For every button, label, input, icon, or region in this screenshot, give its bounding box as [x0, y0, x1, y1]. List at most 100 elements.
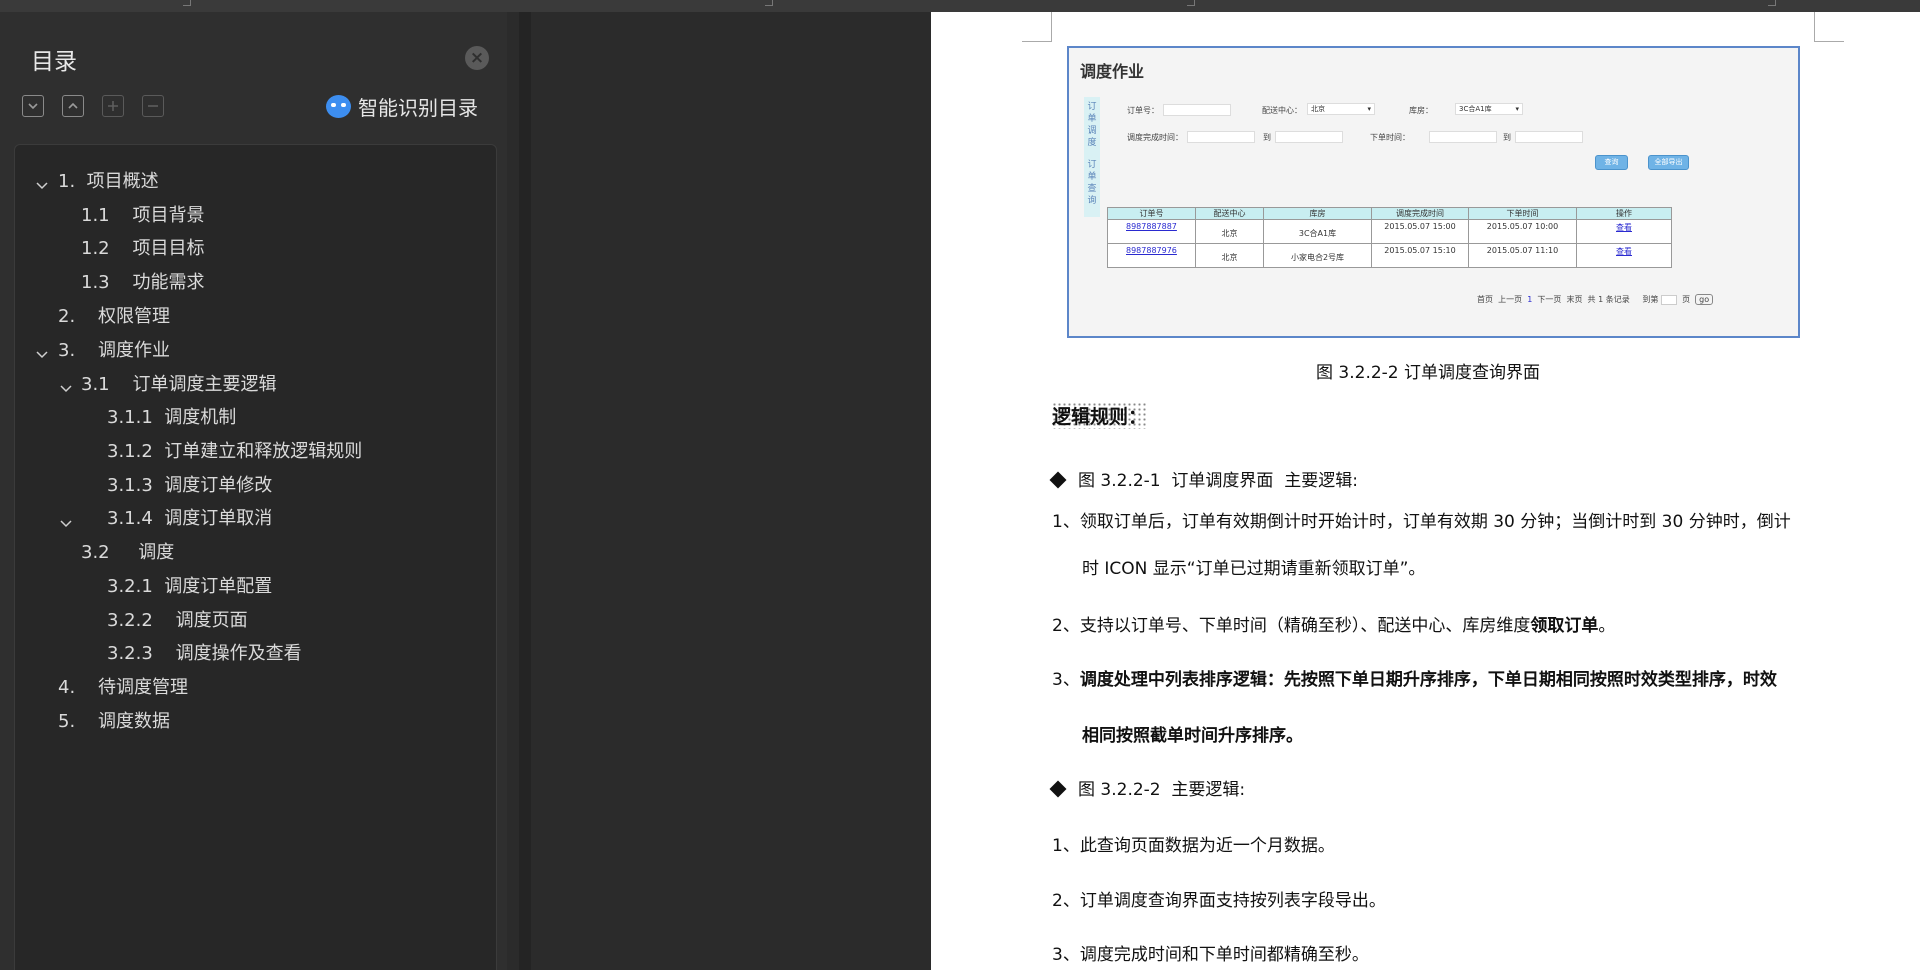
table-header: 操作 [1576, 207, 1672, 220]
figure-select: 3C合A1库 ▾ [1455, 103, 1523, 115]
figure-select: 北京 ▾ [1307, 103, 1375, 115]
paragraph-text: 2、支持以订单号、下单时间（精确至秒）、配送中心、库房维度 [1052, 616, 1531, 636]
canvas-gutter [507, 12, 931, 970]
paragraph-bold: 调度处理中列表排序逻辑：先按照下单日期升序排序，下单日期相同按照时效类型排序，时… [1079, 670, 1777, 690]
table-cell: 北京 [1195, 243, 1264, 268]
toc-item[interactable]: 1.2 项目目标 [81, 237, 205, 261]
collapse-all-icon[interactable] [62, 95, 84, 117]
section-heading: 逻辑规则： [1052, 402, 1148, 429]
pager-prev: 首页 上一页 [1477, 295, 1523, 304]
toc-item[interactable]: 5. 调度数据 [58, 710, 170, 734]
table-cell: 2015.05.07 11:10 [1468, 243, 1577, 268]
paragraph-text: 3、 [1052, 670, 1080, 690]
table-cell: 2015.05.07 15:10 [1371, 243, 1469, 268]
figure-label: 下单时间： [1370, 133, 1410, 142]
table-header: 调度完成时间 [1371, 207, 1469, 220]
pager-next: 下一页 末页 共 1 条记录 到第 [1537, 295, 1659, 304]
toc-item[interactable]: 3.1.3 调度订单修改 [107, 474, 272, 498]
paragraph: 3、调度完成时间和下单时间都精确至秒。 [1052, 945, 1369, 965]
table-header: 下单时间 [1468, 207, 1577, 220]
table-cell: 2015.05.07 15:00 [1371, 219, 1469, 244]
chevron-down-icon[interactable] [59, 517, 73, 531]
figure-input [1429, 131, 1497, 143]
paragraph-bold: 领取订单 [1530, 616, 1599, 636]
toc-item[interactable]: 2. 权限管理 [58, 305, 170, 329]
pager-current: 1 [1527, 295, 1533, 304]
sidebar-title: 目录 [31, 49, 77, 75]
toc-item[interactable]: 3.2.2 调度页面 [107, 609, 248, 633]
paragraph: 1、领取订单后，订单有效期倒计时开始计时，订单有效期 30 分钟；当倒计时到 3… [1052, 512, 1791, 532]
toc-item[interactable]: 1.3 功能需求 [81, 271, 205, 295]
figure-export-button: 全部导出 [1648, 155, 1689, 170]
expand-all-icon[interactable] [22, 95, 44, 117]
figure-vertical-tabs: 订单调度 订单查询 [1084, 97, 1100, 217]
paragraph: 相同按照截单时间升序排序。 [1082, 726, 1303, 746]
ruler-mark [1187, 0, 1195, 6]
figure-input [1163, 104, 1231, 116]
chevron-down-icon[interactable] [35, 179, 49, 193]
figure-table: 订单号 配送中心 库房 调度完成时间 下单时间 操作 8987887887 北京… [1107, 207, 1672, 268]
table-cell: 8987887887 [1107, 219, 1196, 244]
ruler-mark [765, 0, 773, 6]
toc-item[interactable]: 1. 项目概述 [58, 170, 159, 194]
figure-label: 库房： [1409, 106, 1433, 115]
pager-go: go [1695, 294, 1714, 305]
table-cell: 查看 [1576, 219, 1672, 244]
figure-label: 调度完成时间： [1127, 133, 1183, 142]
ai-recognize-toc-button[interactable]: 智能识别目录 [326, 92, 478, 121]
toc-sidebar: 目录 × 智能识别目录 1. 项目概述 1.1 项目背景 1.2 项目目标 1.… [0, 12, 507, 970]
toc-item[interactable]: 3.2.3 调度操作及查看 [107, 642, 302, 666]
remove-icon[interactable] [142, 95, 164, 117]
table-row: 8987887887 北京 3C合A1库 2015.05.07 15:00 20… [1107, 219, 1672, 244]
figure-label: 到 [1503, 133, 1511, 142]
table-header-row: 订单号 配送中心 库房 调度完成时间 下单时间 操作 [1107, 207, 1672, 220]
paragraph-text: 。 [1598, 616, 1616, 636]
diamond-bullet-icon [1049, 471, 1067, 489]
toc-item[interactable]: 3. 调度作业 [58, 339, 170, 363]
figure-tab: 订单调度 [1087, 102, 1097, 148]
figure-title: 调度作业 [1080, 62, 1145, 81]
figure-pager: 首页 上一页 1 下一页 末页 共 1 条记录 到第 页 go [1477, 294, 1714, 305]
figure-label: 订单号： [1127, 106, 1159, 115]
top-strip [0, 0, 1920, 12]
table-row: 8987887976 北京 小家电合2号库 2015.05.07 15:10 2… [1107, 243, 1672, 268]
close-icon[interactable]: × [465, 46, 489, 70]
toc-item[interactable]: 3.1 订单调度主要逻辑 [81, 373, 277, 397]
paragraph-text: 图 3.2.2-2 主要逻辑: [1078, 780, 1246, 800]
table-header: 配送中心 [1195, 207, 1264, 220]
figure-input [1515, 131, 1583, 143]
paragraph: 图 3.2.2-1 订单调度界面 主要逻辑: [1049, 466, 1358, 491]
chevron-down-icon[interactable] [35, 348, 49, 362]
toc-item[interactable]: 3.2 调度 [81, 541, 174, 565]
paragraph: 时 ICON 显示“订单已过期请重新领取订单”。 [1082, 559, 1426, 579]
toc-item[interactable]: 1.1 项目背景 [81, 204, 205, 228]
diamond-bullet-icon [1049, 780, 1067, 798]
chevron-down-icon[interactable] [59, 382, 73, 396]
toc-item[interactable]: 3.1.4 调度订单取消 [107, 507, 272, 531]
add-icon[interactable] [102, 95, 124, 117]
toc-item[interactable]: 3.1.1 调度机制 [107, 406, 236, 430]
figure-tab: 订单查询 [1087, 160, 1097, 206]
toc-panel: 1. 项目概述 1.1 项目背景 1.2 项目目标 1.3 功能需求 2. 权限… [14, 144, 497, 970]
paragraph: 3、调度处理中列表排序逻辑：先按照下单日期升序排序，下单日期相同按照时效类型排序… [1052, 665, 1777, 690]
figure-caption: 图 3.2.2-2 订单调度查询界面 [1316, 363, 1541, 383]
margin-corner-mark [1814, 12, 1844, 42]
panel-divider[interactable] [519, 12, 531, 970]
figure-query-button: 查询 [1595, 155, 1628, 170]
table-cell: 3C合A1库 [1263, 219, 1372, 244]
toc-item[interactable]: 3.1.2 订单建立和释放逻辑规则 [107, 440, 362, 464]
table-header: 库房 [1263, 207, 1372, 220]
paragraph: 1、此查询页面数据为近一个月数据。 [1052, 836, 1335, 856]
table-cell: 北京 [1195, 219, 1264, 244]
margin-corner-mark [1022, 12, 1052, 42]
ruler-mark [1768, 0, 1776, 6]
ai-robot-icon [326, 95, 351, 118]
paragraph-text: 图 3.2.2-1 订单调度界面 主要逻辑: [1078, 471, 1358, 491]
toc-item[interactable]: 3.2.1 调度订单配置 [107, 575, 272, 599]
toc-item[interactable]: 4. 待调度管理 [58, 676, 188, 700]
figure-screenshot: 调度作业 订单调度 订单查询 订单号： 配送中心： 北京 ▾ 库房： 3C合A1… [1067, 46, 1800, 338]
table-cell: 2015.05.07 10:00 [1468, 219, 1577, 244]
figure-label: 到 [1263, 133, 1271, 142]
document-page: 调度作业 订单调度 订单查询 订单号： 配送中心： 北京 ▾ 库房： 3C合A1… [931, 12, 1920, 970]
table-cell: 小家电合2号库 [1263, 243, 1372, 268]
